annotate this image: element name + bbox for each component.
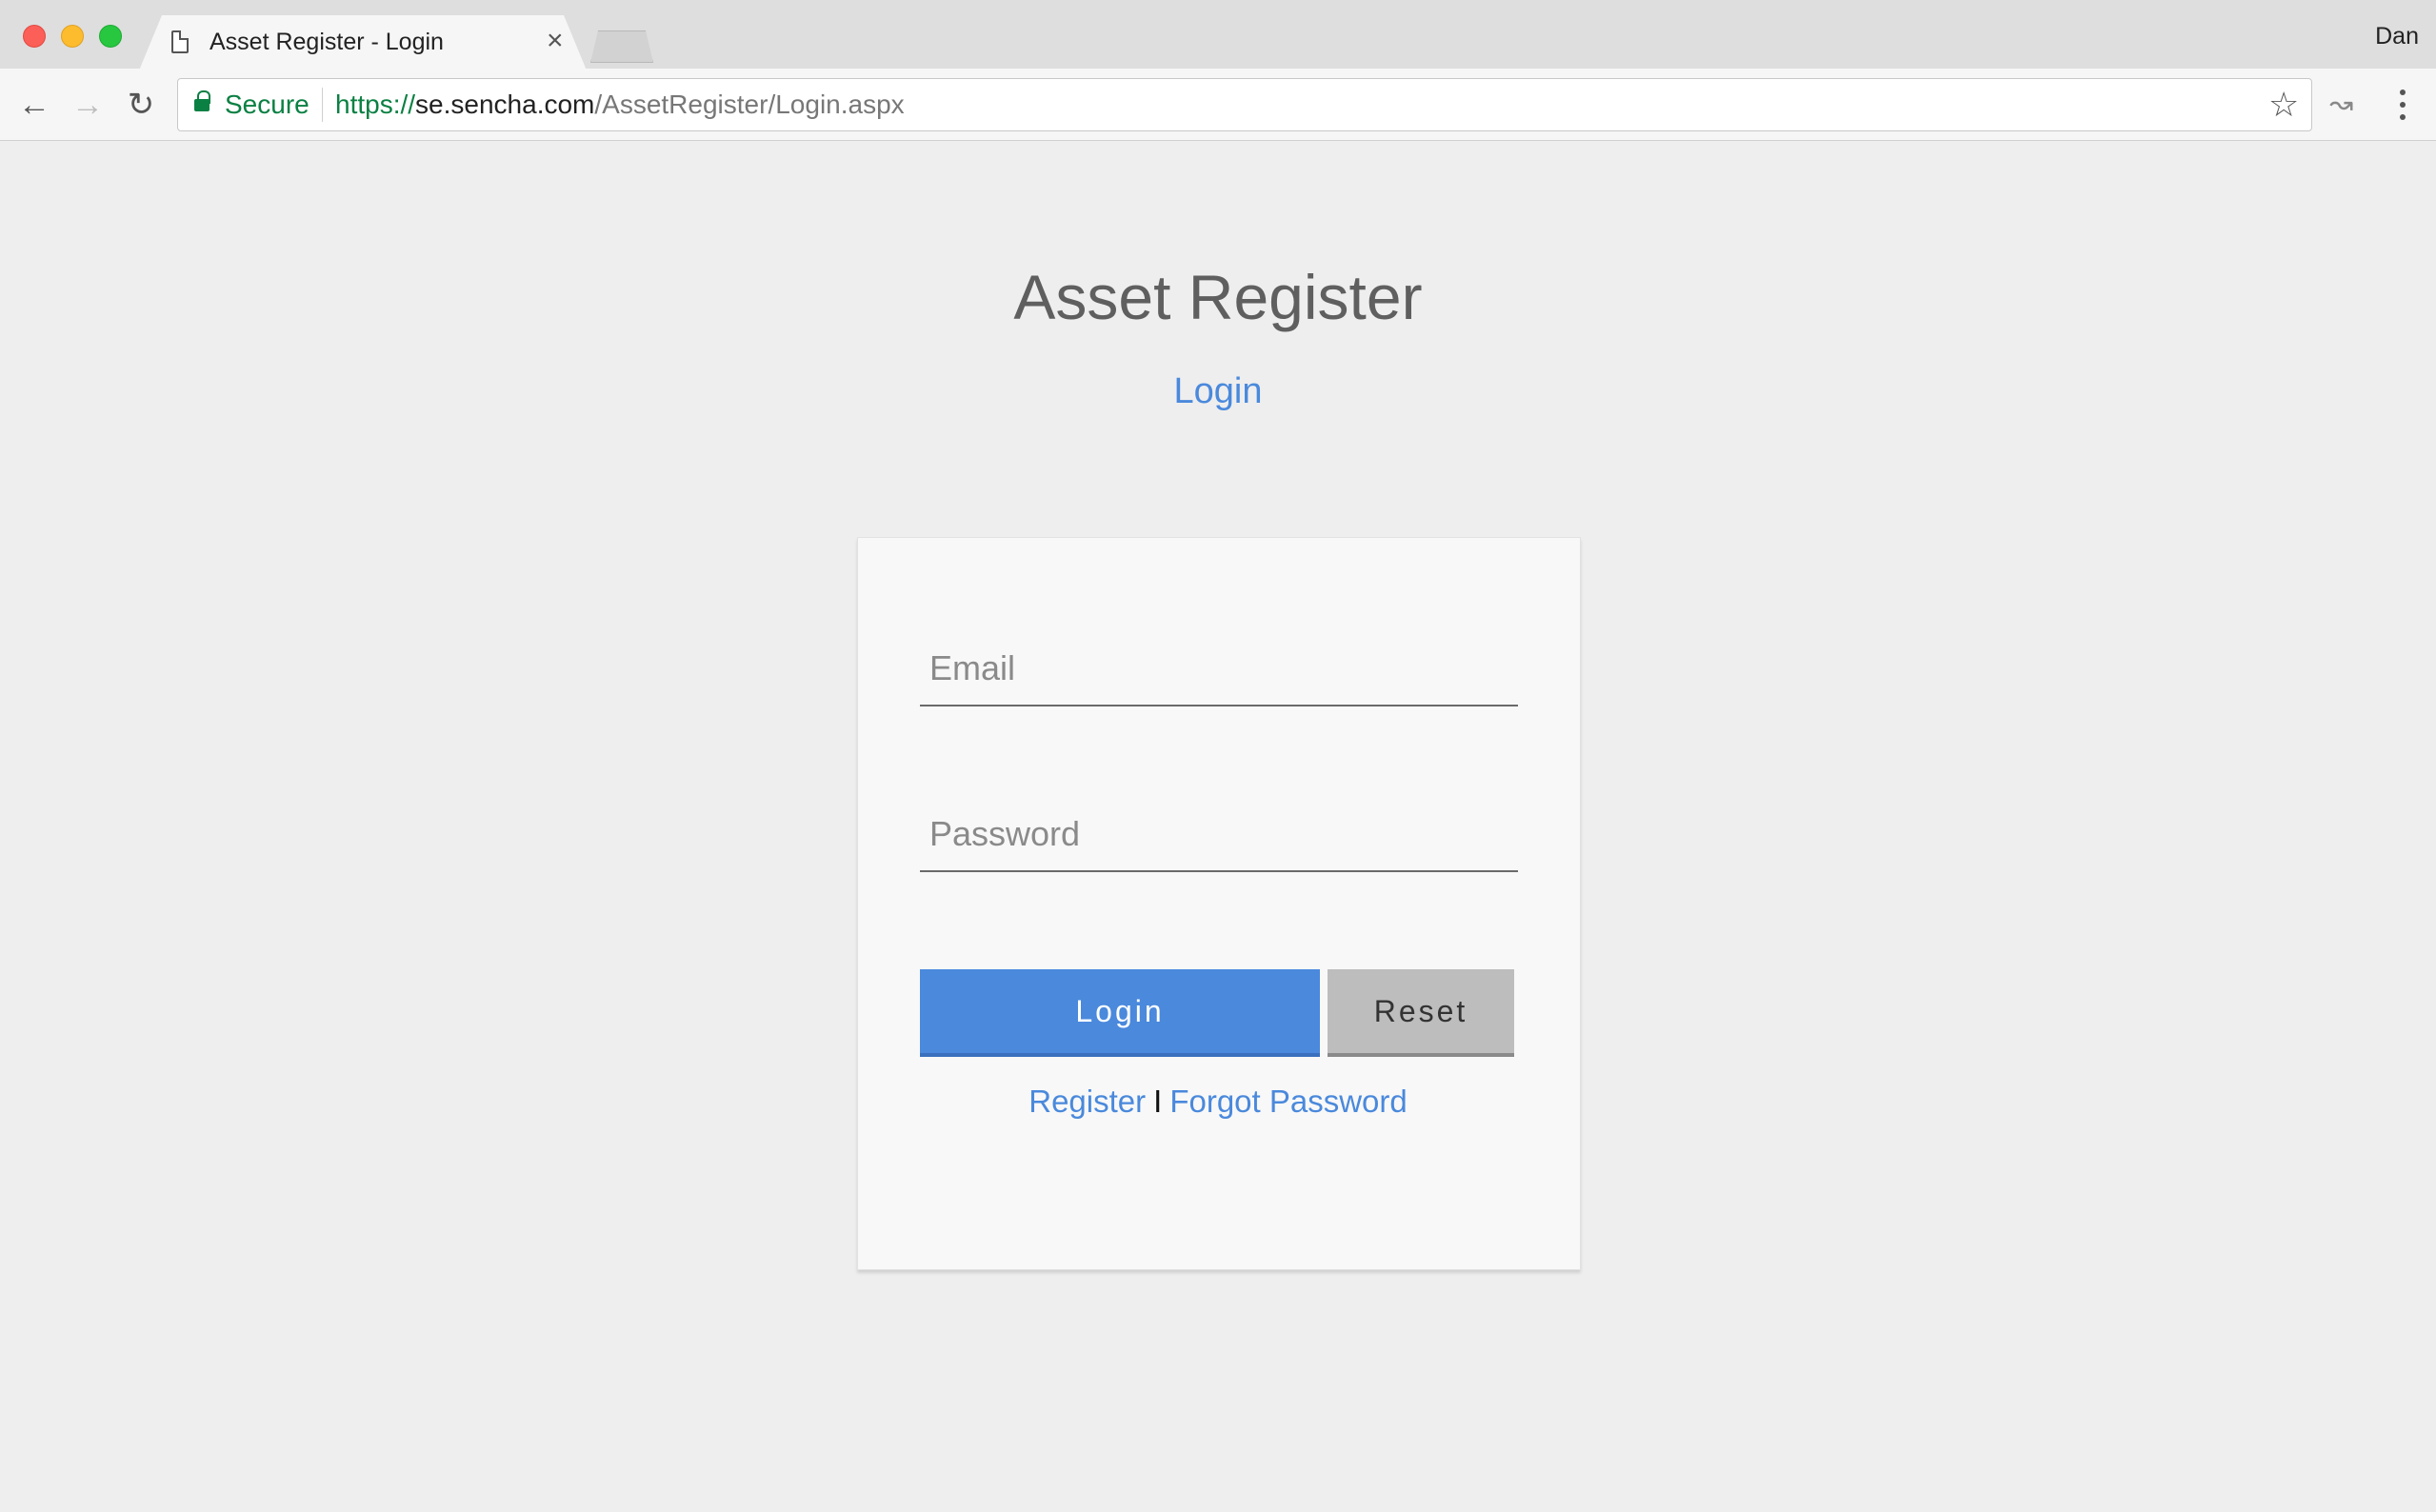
email-field[interactable] [920,632,1518,706]
address-divider [322,88,323,122]
forgot-password-link[interactable]: Forgot Password [1169,1084,1407,1119]
secure-label[interactable]: Secure [225,90,309,120]
tab-close-icon[interactable]: × [547,25,564,57]
new-tab-button[interactable] [590,30,653,63]
url-text[interactable]: https://se.sencha.com/AssetRegister/Logi… [335,90,905,120]
password-field[interactable] [920,798,1518,872]
menu-dot [2400,90,2406,95]
menu-dot [2400,102,2406,108]
more-vertical-icon[interactable] [2388,84,2417,126]
arrow-left-icon[interactable]: ← [15,86,53,124]
app-title: Asset Register [1013,262,1423,332]
login-button[interactable]: Login [920,969,1320,1057]
url-host: se.sencha.com [415,90,595,119]
window-minimize-button[interactable] [61,25,84,48]
star-icon[interactable]: ☆ [2268,86,2299,124]
register-link[interactable]: Register [1028,1084,1146,1119]
lock-icon[interactable] [194,90,210,111]
page-subtitle: Login [1173,371,1263,411]
url-scheme: https:// [335,90,416,119]
menu-dot [2400,114,2406,120]
profile-name[interactable]: Dan [2375,23,2419,50]
window-close-button[interactable] [23,25,46,48]
arrow-right-icon[interactable]: → [69,86,107,124]
page-icon [171,30,189,53]
link-separator: I [1153,1084,1163,1119]
auth-links: Register I Forgot Password [0,1084,2436,1120]
reload-icon[interactable]: ↻ [122,86,160,124]
url-path: /AssetRegister/Login.aspx [594,90,905,119]
window-maximize-button[interactable] [99,25,122,48]
extension-icon[interactable]: ↝ [2329,86,2353,124]
reset-button[interactable]: Reset [1328,969,1514,1057]
tab-title: Asset Register - Login [210,29,444,55]
